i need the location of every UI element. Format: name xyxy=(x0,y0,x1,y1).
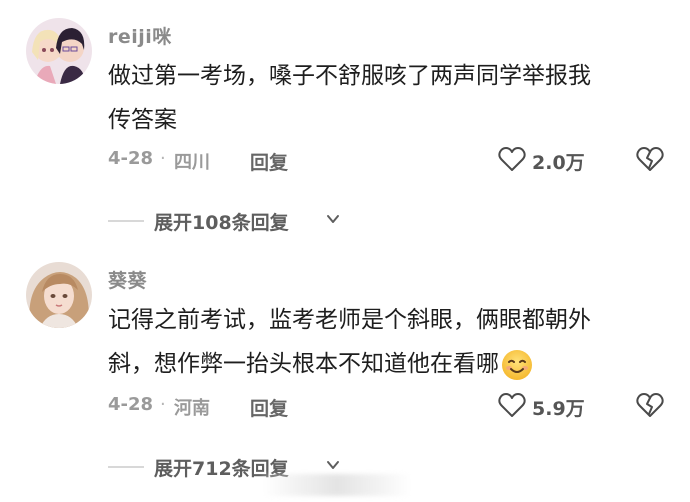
comment-username[interactable]: 葵葵 xyxy=(108,266,147,293)
smiling-face-emoji xyxy=(502,349,532,380)
comment-text-line: 传答案 xyxy=(108,107,177,133)
comment-text-segment: 斜，想作弊一抬头根本不知道他在看哪 xyxy=(108,351,499,377)
divider xyxy=(108,466,144,468)
comment-text-line: 记得之前考试，监考老师是个斜眼，俩眼都朝外 xyxy=(108,307,591,333)
divider xyxy=(108,220,144,222)
comment-text: 记得之前考试，监考老师是个斜眼，俩眼都朝外 斜，想作弊一抬头根本不知道他在看哪 xyxy=(108,298,628,386)
watermark-blur xyxy=(262,474,412,496)
meta-separator: · xyxy=(160,394,166,415)
avatar[interactable] xyxy=(26,18,92,84)
heart-outline-icon xyxy=(498,393,526,417)
comment-location: 四川 xyxy=(174,152,210,173)
like-count: 5.9万 xyxy=(532,398,585,420)
comment-username[interactable]: reiji咪 xyxy=(108,22,172,49)
chevron-down-icon xyxy=(327,215,339,223)
avatar[interactable] xyxy=(26,262,92,328)
comment-location: 河南 xyxy=(174,398,210,419)
expand-replies-label: 展开108条回复 xyxy=(154,212,289,234)
comment-text: 做过第一考场，嗓子不舒服咳了两声同学举报我 传答案 xyxy=(108,54,628,142)
chevron-down-icon xyxy=(327,461,339,469)
reply-button[interactable]: 回复 xyxy=(250,148,288,175)
meta-separator: · xyxy=(160,148,166,169)
comment-meta: 4-28 · 河南 回复 5.9万 xyxy=(108,392,668,420)
reply-button[interactable]: 回复 xyxy=(250,394,288,421)
broken-heart-icon[interactable] xyxy=(636,392,664,418)
broken-heart-icon[interactable] xyxy=(636,146,664,172)
comment-date: 4-28 xyxy=(108,394,154,415)
comment-text-line: 斜，想作弊一抬头根本不知道他在看哪 xyxy=(108,342,628,386)
like-count: 2.0万 xyxy=(532,152,585,174)
comment-meta: 4-28 · 四川 回复 2.0万 xyxy=(108,146,668,174)
heart-outline-icon xyxy=(498,147,526,171)
comment-date: 4-28 xyxy=(108,148,154,169)
comment-text-line: 做过第一考场，嗓子不舒服咳了两声同学举报我 xyxy=(108,63,591,89)
